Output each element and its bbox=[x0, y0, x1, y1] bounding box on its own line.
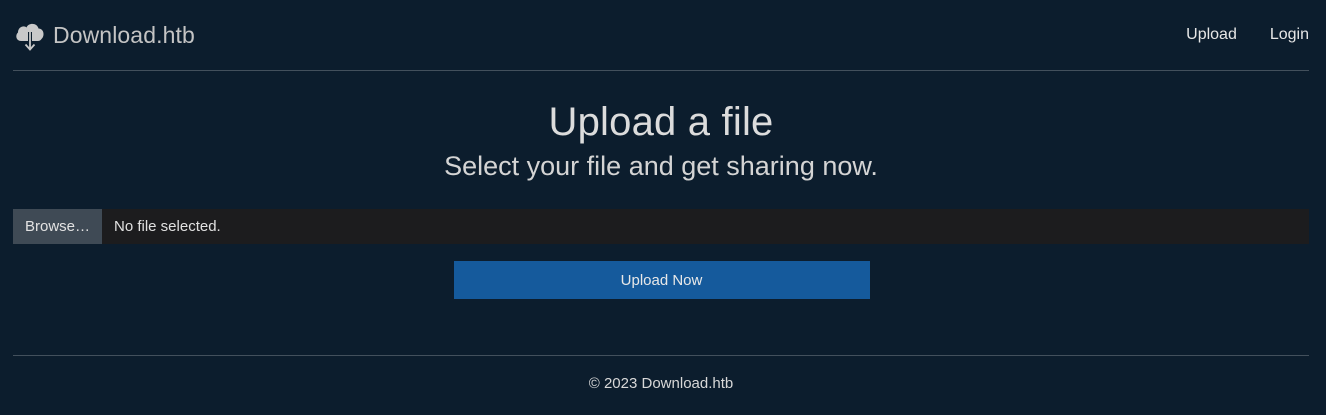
brand-link[interactable]: Download.htb bbox=[13, 17, 195, 53]
hero: Upload a file Select your file and get s… bbox=[13, 98, 1309, 184]
brand-name: Download.htb bbox=[53, 21, 195, 48]
nav-upload-link[interactable]: Upload bbox=[1186, 20, 1237, 50]
cloud-download-icon bbox=[13, 19, 47, 53]
page: Download.htb Upload Login Upload a file … bbox=[0, 0, 1326, 415]
file-input[interactable]: Browse… No file selected. bbox=[13, 209, 1309, 244]
browse-button[interactable]: Browse… bbox=[13, 209, 102, 244]
navbar: Download.htb Upload Login bbox=[13, 0, 1309, 71]
page-title: Upload a file bbox=[548, 100, 774, 144]
footer: © 2023 Download.htb bbox=[13, 355, 1309, 392]
upload-now-button[interactable]: Upload Now bbox=[453, 261, 870, 299]
footer-copyright: © 2023 Download.htb bbox=[588, 375, 734, 392]
upload-button-wrapper: Upload Now bbox=[13, 261, 1309, 299]
nav-login-link[interactable]: Login bbox=[1270, 20, 1309, 50]
nav-links: Upload Login bbox=[1186, 20, 1309, 50]
page-subtitle: Select your file and get sharing now. bbox=[444, 151, 878, 181]
file-status-text: No file selected. bbox=[114, 218, 221, 235]
